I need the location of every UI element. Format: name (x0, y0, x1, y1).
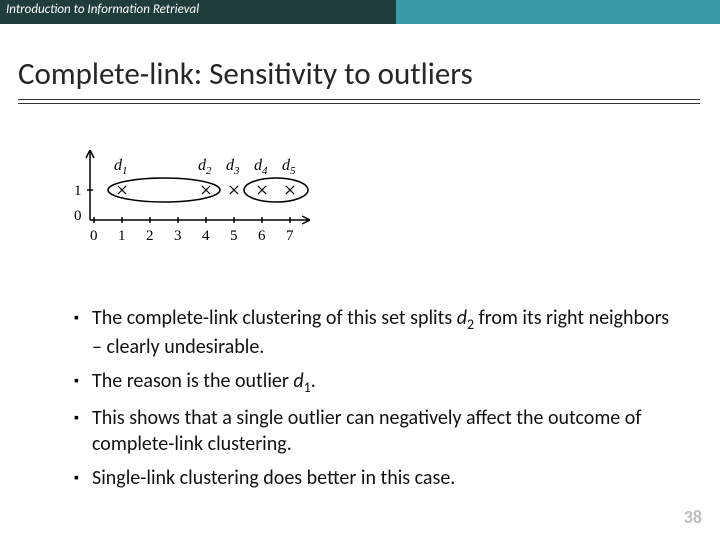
bullet-marker: ▪ (74, 405, 92, 431)
cluster-left-ellipse (108, 178, 220, 202)
bullet-marker: ▪ (74, 465, 92, 491)
title-block: Complete-link: Sensitivity to outliers (18, 55, 700, 104)
x-ticks: 0 1 2 3 4 5 6 7 (90, 217, 294, 244)
y-tick-0: 0 (74, 208, 82, 224)
bullet-text: Single-link clustering does better in th… (92, 465, 670, 491)
bullet-item: ▪ The reason is the outlier d1. (70, 368, 670, 397)
header-bar: Introduction to Information Retrieval (0, 0, 720, 24)
svg-text:5: 5 (230, 228, 238, 244)
svg-text:3: 3 (174, 228, 182, 244)
svg-text:d5: d5 (282, 157, 296, 177)
bullet-text: This shows that a single outlier can neg… (92, 405, 670, 457)
cluster-right-ellipse (244, 178, 308, 202)
bullet-marker: ▪ (74, 305, 92, 331)
bullet-text: The complete-link clustering of this set… (92, 305, 670, 360)
bullet-marker: ▪ (74, 368, 92, 394)
svg-text:4: 4 (202, 228, 210, 244)
slide-title: Complete-link: Sensitivity to outliers (18, 55, 700, 93)
svg-text:1: 1 (118, 228, 126, 244)
point-labels: d1 d2 d3 d4 d5 (114, 157, 296, 177)
svg-text:2: 2 (146, 228, 154, 244)
svg-text:d2: d2 (198, 157, 212, 177)
svg-text:6: 6 (258, 228, 266, 244)
points (118, 186, 294, 194)
svg-text:0: 0 (90, 228, 98, 244)
page-number: 38 (684, 506, 702, 528)
y-tick-1: 1 (74, 183, 82, 199)
svg-text:d3: d3 (226, 157, 240, 177)
bullet-item: ▪ This shows that a single outlier can n… (70, 405, 670, 457)
course-title: Introduction to Information Retrieval (6, 2, 199, 17)
axis-diagram: 1 0 0 1 2 3 4 5 6 7 d1 d2 d3 d4 d5 (60, 140, 320, 260)
svg-text:d1: d1 (114, 157, 128, 177)
bullet-list: ▪ The complete-link clustering of this s… (70, 305, 670, 499)
header-teal-segment (396, 0, 720, 24)
bullet-text: The reason is the outlier d1. (92, 368, 670, 397)
bullet-item: ▪ The complete-link clustering of this s… (70, 305, 670, 360)
title-underline (18, 99, 700, 104)
svg-text:7: 7 (286, 228, 294, 244)
svg-text:d4: d4 (254, 157, 268, 177)
bullet-item: ▪ Single-link clustering does better in … (70, 465, 670, 491)
